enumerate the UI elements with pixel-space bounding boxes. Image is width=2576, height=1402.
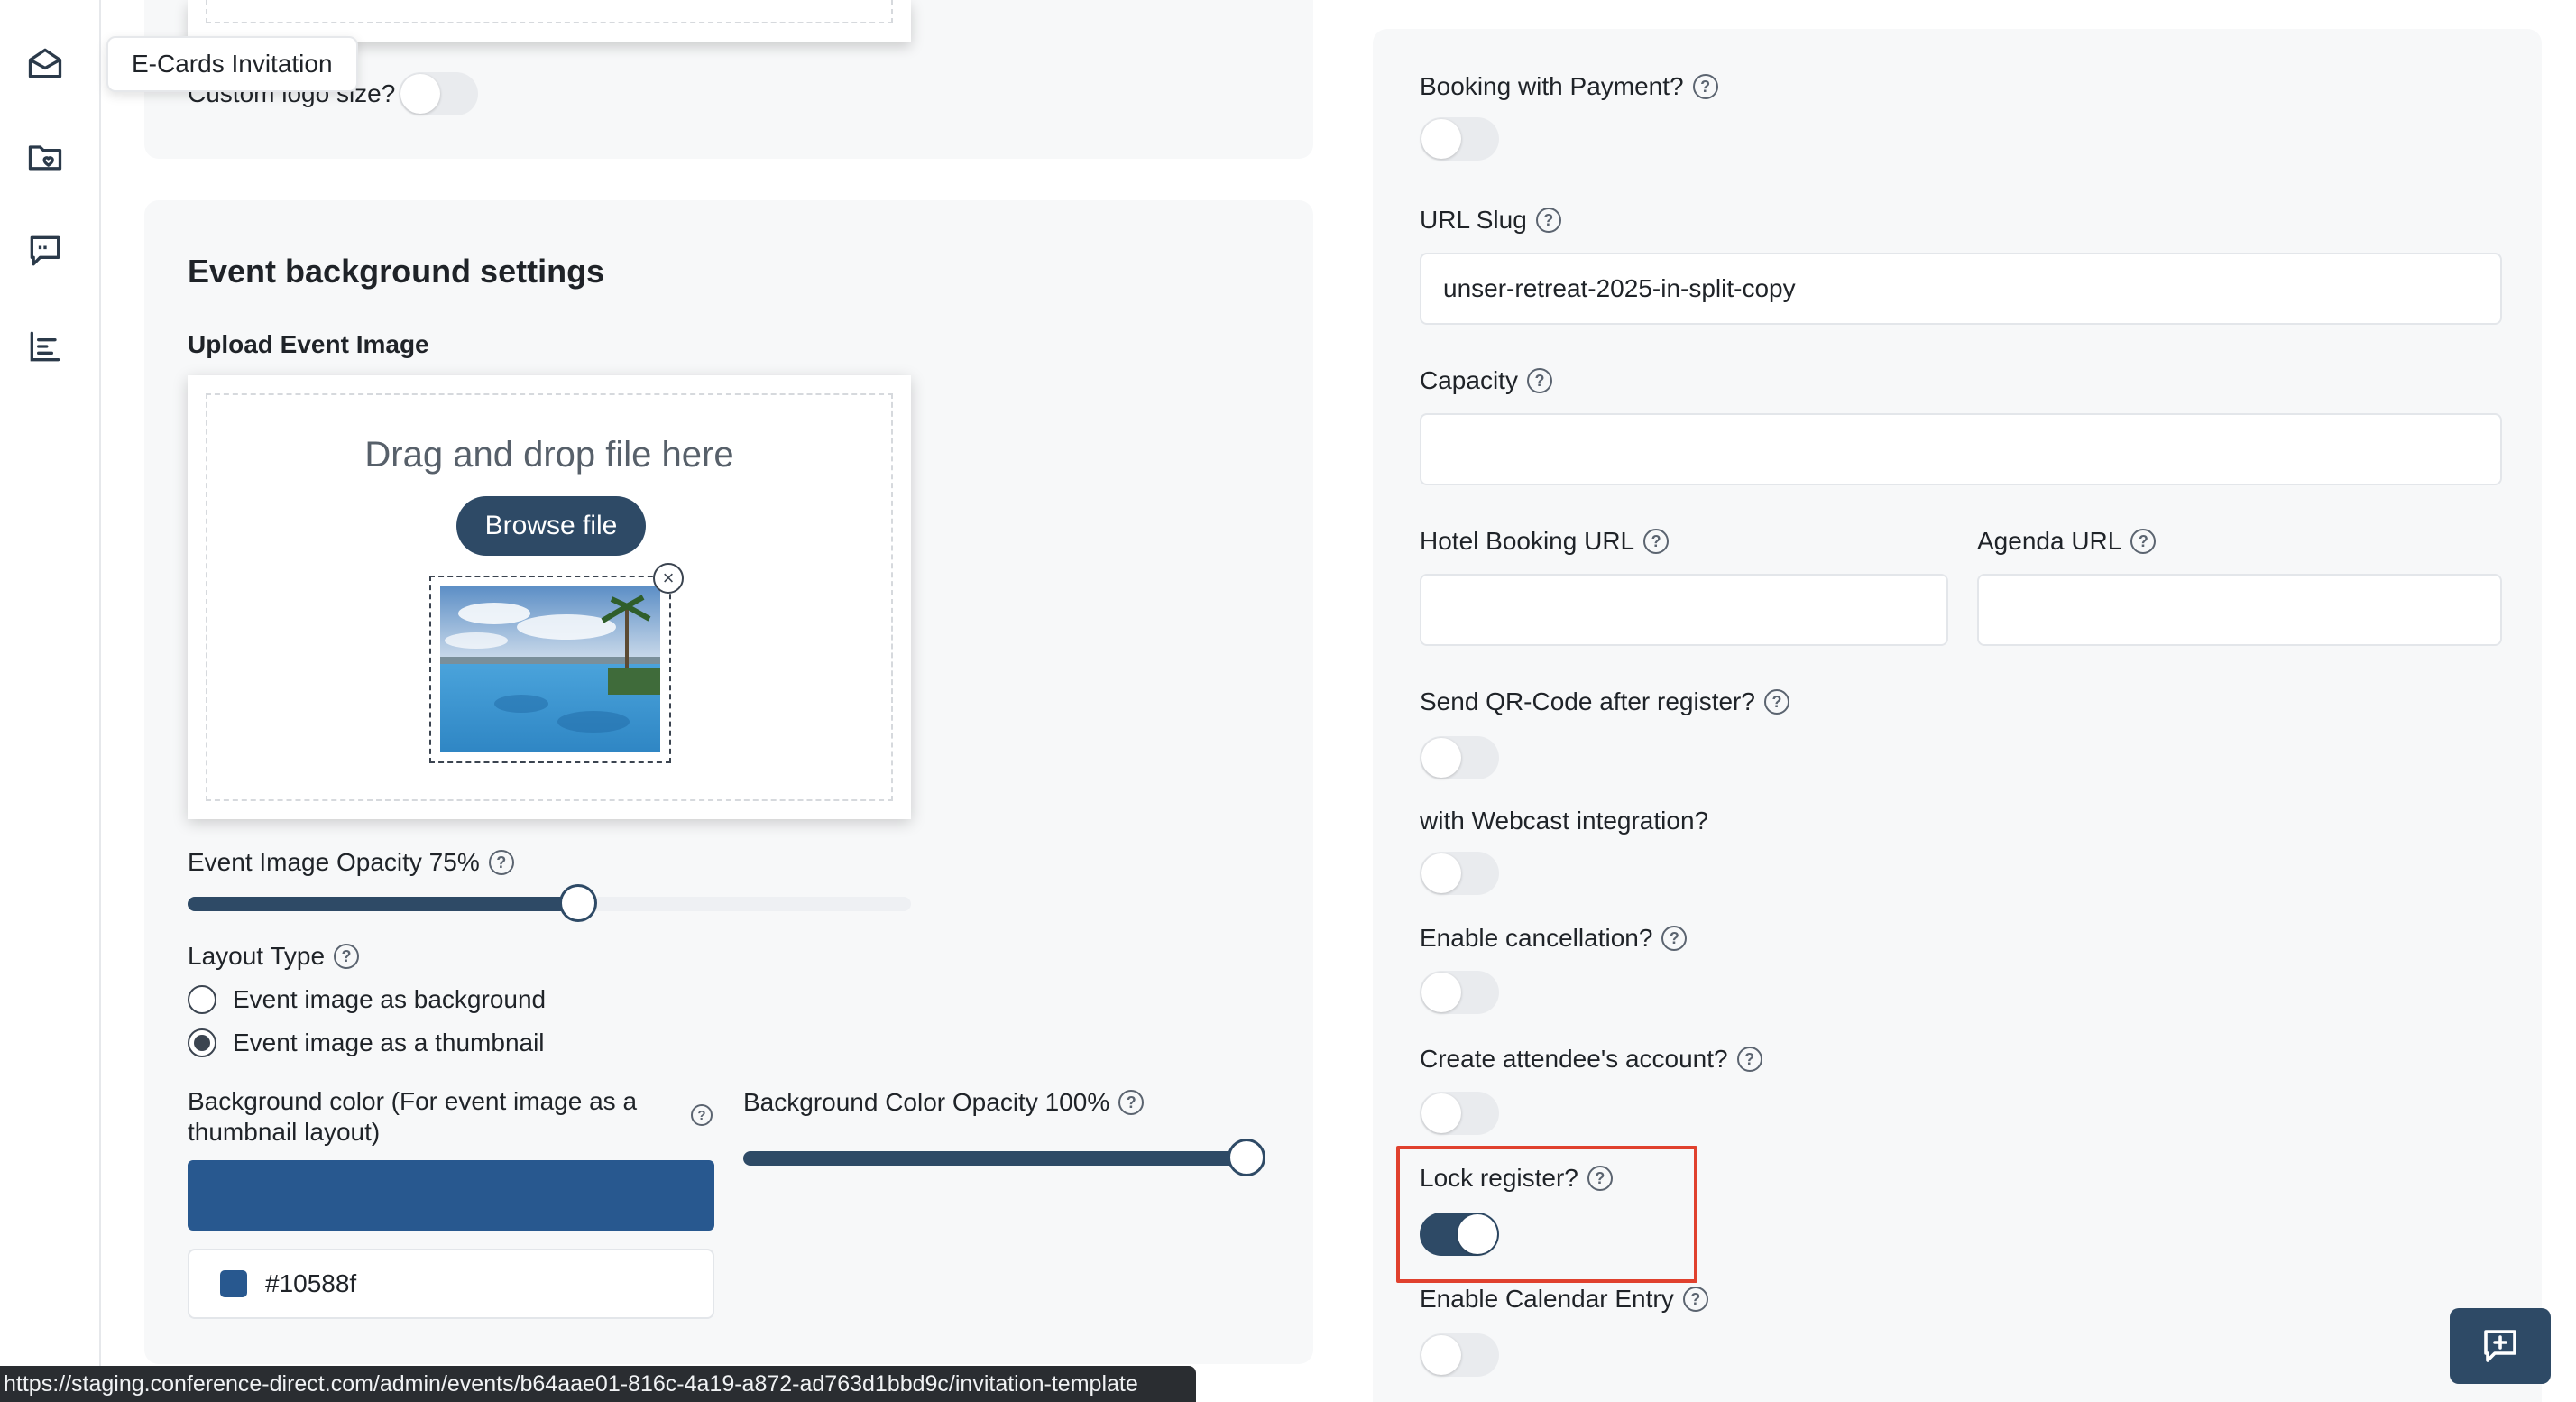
color-dot: [220, 1270, 247, 1297]
bg-color-opacity-label: Background Color Opacity 100% ?: [743, 1088, 1145, 1117]
bg-color-label: Background color (For event image as a t…: [188, 1087, 638, 1146]
upload-event-image-label: Upload Event Image: [188, 330, 429, 358]
remove-image-icon[interactable]: ×: [653, 563, 684, 594]
event-image-preview: ×: [429, 563, 684, 763]
help-icon[interactable]: ?: [1118, 1090, 1145, 1115]
webcast-label: with Webcast integration?: [1420, 807, 1709, 835]
lock-register-label: Lock register? ?: [1420, 1164, 1613, 1193]
help-icon[interactable]: ?: [488, 850, 514, 875]
browse-file-button[interactable]: Browse file: [456, 496, 646, 556]
status-bar-url: https://staging.conference-direct.com/ad…: [0, 1366, 1196, 1402]
feedback-chat-button[interactable]: [2450, 1308, 2551, 1384]
radio-button[interactable]: [188, 985, 216, 1014]
calendar-entry-toggle[interactable]: [1420, 1333, 1499, 1377]
sidebar-tooltip: E-Cards Invitation: [106, 36, 358, 92]
dropzone-text: Drag and drop file here: [364, 435, 734, 475]
agenda-url-label: Agenda URL ?: [1977, 527, 2157, 556]
radio-button[interactable]: [188, 1028, 216, 1057]
url-slug-input[interactable]: unser-retreat-2025-in-split-copy: [1420, 253, 2502, 325]
lock-register-toggle[interactable]: [1420, 1213, 1499, 1256]
help-icon[interactable]: ?: [1682, 1287, 1708, 1312]
help-icon[interactable]: ?: [1643, 529, 1670, 554]
envelope-open-icon[interactable]: [23, 42, 67, 85]
capacity-input[interactable]: [1420, 413, 2502, 485]
enable-cancellation-label: Enable cancellation? ?: [1420, 924, 1688, 953]
event-image-thumbnail: [440, 586, 660, 752]
slider-handle[interactable]: [1227, 1139, 1265, 1176]
slider-fill: [743, 1151, 1247, 1166]
help-icon[interactable]: ?: [1587, 1166, 1613, 1191]
custom-logo-toggle[interactable]: [399, 72, 478, 115]
help-icon[interactable]: ?: [1535, 208, 1561, 233]
help-icon[interactable]: ?: [1763, 689, 1789, 715]
layout-type-label: Layout Type ?: [188, 942, 360, 971]
bg-color-picker[interactable]: [188, 1160, 714, 1231]
help-icon[interactable]: ?: [2130, 529, 2157, 554]
slider-handle[interactable]: [559, 884, 598, 922]
layout-option-thumbnail[interactable]: Event image as a thumbnail: [188, 1028, 545, 1057]
event-image-opacity-slider[interactable]: [188, 884, 911, 922]
calendar-entry-label: Enable Calendar Entry ?: [1420, 1285, 1708, 1314]
help-icon[interactable]: ?: [334, 944, 360, 969]
folder-heart-icon[interactable]: [23, 135, 67, 179]
event-image-opacity-label: Event Image Opacity 75% ?: [188, 848, 514, 877]
bg-color-opacity-slider[interactable]: [743, 1139, 1265, 1176]
capacity-label: Capacity ?: [1420, 366, 1552, 395]
help-icon[interactable]: ?: [1526, 368, 1552, 393]
url-slug-label: URL Slug ?: [1420, 206, 1561, 235]
layout-option-background[interactable]: Event image as background: [188, 985, 546, 1014]
help-icon[interactable]: ?: [1661, 926, 1688, 951]
page: E-Cards Invitation Custom logo size? Eve…: [0, 0, 2576, 1402]
bg-color-input[interactable]: #10588f: [188, 1249, 714, 1319]
help-icon[interactable]: ?: [1692, 74, 1718, 99]
hotel-booking-url-input[interactable]: [1420, 574, 1948, 646]
sidebar: [0, 0, 101, 1402]
create-account-toggle[interactable]: [1420, 1092, 1499, 1135]
enable-cancellation-toggle[interactable]: [1420, 971, 1499, 1014]
chat-plus-icon: [2484, 1330, 2516, 1362]
chat-quote-icon[interactable]: [23, 229, 67, 272]
booking-payment-label: Booking with Payment? ?: [1420, 72, 1718, 101]
hotel-booking-url-label: Hotel Booking URL ?: [1420, 527, 1670, 556]
help-icon[interactable]: ?: [691, 1104, 713, 1126]
event-background-title: Event background settings: [188, 253, 605, 290]
chart-bars-icon[interactable]: [23, 325, 67, 368]
create-account-label: Create attendee's account? ?: [1420, 1045, 1762, 1074]
agenda-url-input[interactable]: [1977, 574, 2502, 646]
help-icon[interactable]: ?: [1736, 1047, 1762, 1072]
send-qr-toggle[interactable]: [1420, 736, 1499, 779]
webcast-toggle[interactable]: [1420, 852, 1499, 895]
event-image-dropzone[interactable]: Drag and drop file here Browse file ×: [188, 375, 911, 819]
booking-payment-toggle[interactable]: [1420, 117, 1499, 161]
slider-fill: [188, 897, 579, 911]
send-qr-label: Send QR-Code after register? ?: [1420, 687, 1789, 716]
